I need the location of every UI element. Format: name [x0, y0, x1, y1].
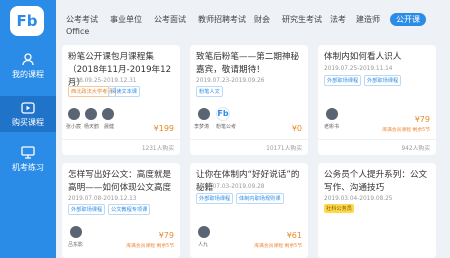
course-price: ¥199: [153, 124, 174, 133]
fb-logo-icon: Fb: [216, 107, 230, 121]
teacher-name: 老彬书: [324, 124, 340, 130]
tab-teacher[interactable]: 教师招聘考试: [198, 14, 246, 25]
course-title: 公务员个人提升系列：公文写作、沟通技巧: [324, 170, 428, 193]
video-icon: [21, 102, 35, 114]
course-date: 2019.03.04-2019.08.25: [324, 196, 393, 202]
course-tag: 外部职场课程: [324, 75, 362, 86]
course-title: 粉笔公开课包月课程集（2018年11月-2019年12月）: [68, 52, 172, 88]
avatar: [70, 226, 82, 238]
avatar: [198, 108, 210, 120]
tab-open-class[interactable]: 公开课: [390, 13, 426, 26]
course-price: ¥61: [286, 231, 302, 240]
course-title: 体制内如何看人识人: [324, 52, 402, 62]
tab-law[interactable]: 法考: [330, 14, 346, 25]
course-tag: 社科公务员: [324, 204, 354, 213]
teacher-name: 李梦涛: [194, 124, 210, 130]
stock-note: 库满会员课程 剩余5节: [382, 128, 430, 133]
card-footer: 942人购买: [318, 139, 436, 155]
teacher-name: 张小宸: [66, 124, 82, 130]
user-icon: [22, 53, 34, 66]
stock-note: 库满会员课程 剩余5节: [254, 244, 302, 249]
course-card[interactable]: 公务员个人提升系列：公文写作、沟通技巧 2019.03.04-2019.08.2…: [318, 163, 436, 258]
course-card[interactable]: 体制内如何看人识人 2019.07.25-2019.11.14 外部职场课程 外…: [318, 45, 436, 155]
buyer-count: 10171人购买: [266, 146, 302, 152]
buyer-count: 1231人购买: [141, 146, 174, 152]
avatar: [198, 226, 210, 238]
teacher-name: 粉笔公考: [216, 124, 237, 130]
course-tag: 体制内职场规则课: [236, 193, 284, 204]
course-tag: 外部职场课程: [196, 193, 234, 204]
course-date: 2019.07.25-2019.11.14: [324, 66, 393, 72]
monitor-icon: [21, 146, 35, 159]
course-tag: 阅读文本课: [108, 86, 140, 97]
course-card[interactable]: 粉笔公开课包月课程集（2018年11月-2019年12月） 2018.09.25…: [62, 45, 180, 155]
course-title: 让你在体制内“好好说话”的秘籍: [196, 170, 300, 193]
tab-office[interactable]: Office: [66, 27, 89, 36]
course-tag: 外部职场课程: [68, 204, 106, 215]
card-footer: 10171人购买: [190, 139, 308, 155]
course-date: 2019.07.03-2019.09.28: [196, 184, 265, 190]
avatar: [68, 108, 80, 120]
course-price: ¥0: [291, 124, 302, 133]
tab-accounting[interactable]: 财会: [254, 14, 270, 25]
tab-shiye[interactable]: 事业单位: [110, 14, 142, 25]
course-price: ¥79: [414, 115, 430, 124]
course-title: 怎样写出好公文：高度就是高明——如何体现公文高度: [68, 170, 172, 193]
course-date: 2018.09.25-2019.12.31: [68, 78, 137, 84]
avatar: [326, 108, 338, 120]
buyer-count: 942人购买: [401, 146, 430, 152]
app-logo: Fb: [10, 6, 44, 36]
avatar: [85, 108, 97, 120]
teacher-name: 晨健: [104, 124, 115, 130]
sidebar-item-label: 购买课程: [12, 118, 44, 127]
sidebar-item-buy-courses[interactable]: 购买课程: [0, 96, 56, 132]
course-title: 致笔后粉笔——第二期神秘嘉宾，敬请期待！: [196, 52, 300, 75]
course-card[interactable]: 怎样写出好公文：高度就是高明——如何体现公文高度 2019.07.08-2019…: [62, 163, 180, 258]
course-tag: 外部职场课程: [364, 75, 402, 86]
course-card[interactable]: 致笔后粉笔——第二期神秘嘉宾，敬请期待！ 2019.07.23-2019.09.…: [190, 45, 308, 155]
teacher-name: 吕东影: [68, 242, 84, 248]
teacher-name: 人九: [198, 242, 209, 248]
sidebar-item-exam-practice[interactable]: 机考练习: [0, 146, 56, 184]
tab-gongkao[interactable]: 公考考试: [66, 14, 98, 25]
course-card[interactable]: 让你在体制内“好好说话”的秘籍 2019.07.03-2019.09.28 外部…: [190, 163, 308, 258]
tab-builder[interactable]: 建造师: [356, 14, 380, 25]
stock-note: 库满会员课程 剩余5节: [126, 244, 174, 249]
course-date: 2019.07.23-2019.09.26: [196, 78, 265, 84]
sidebar-item-label: 机考练习: [12, 163, 44, 172]
teacher-name: 杨天鹤: [84, 124, 100, 130]
tab-mianshi[interactable]: 公考面试: [154, 14, 186, 25]
sidebar-item-label: 我的课程: [12, 70, 44, 79]
course-price: ¥79: [158, 231, 174, 240]
sidebar-item-my-courses[interactable]: 我的课程: [0, 52, 56, 90]
card-footer: 1231人购买: [62, 139, 180, 155]
course-tag: 公文教程专项课: [108, 204, 151, 215]
course-date: 2019.07.08-2019.12.13: [68, 196, 137, 202]
course-grid: 粉笔公开课包月课程集（2018年11月-2019年12月） 2018.09.25…: [62, 45, 442, 258]
sidebar: Fb 我的课程 购买课程 机考练习: [0, 0, 56, 258]
avatar: [102, 108, 114, 120]
tab-postgrad[interactable]: 研究生考试: [282, 14, 322, 25]
course-tag: 粉笔人文: [196, 86, 223, 97]
